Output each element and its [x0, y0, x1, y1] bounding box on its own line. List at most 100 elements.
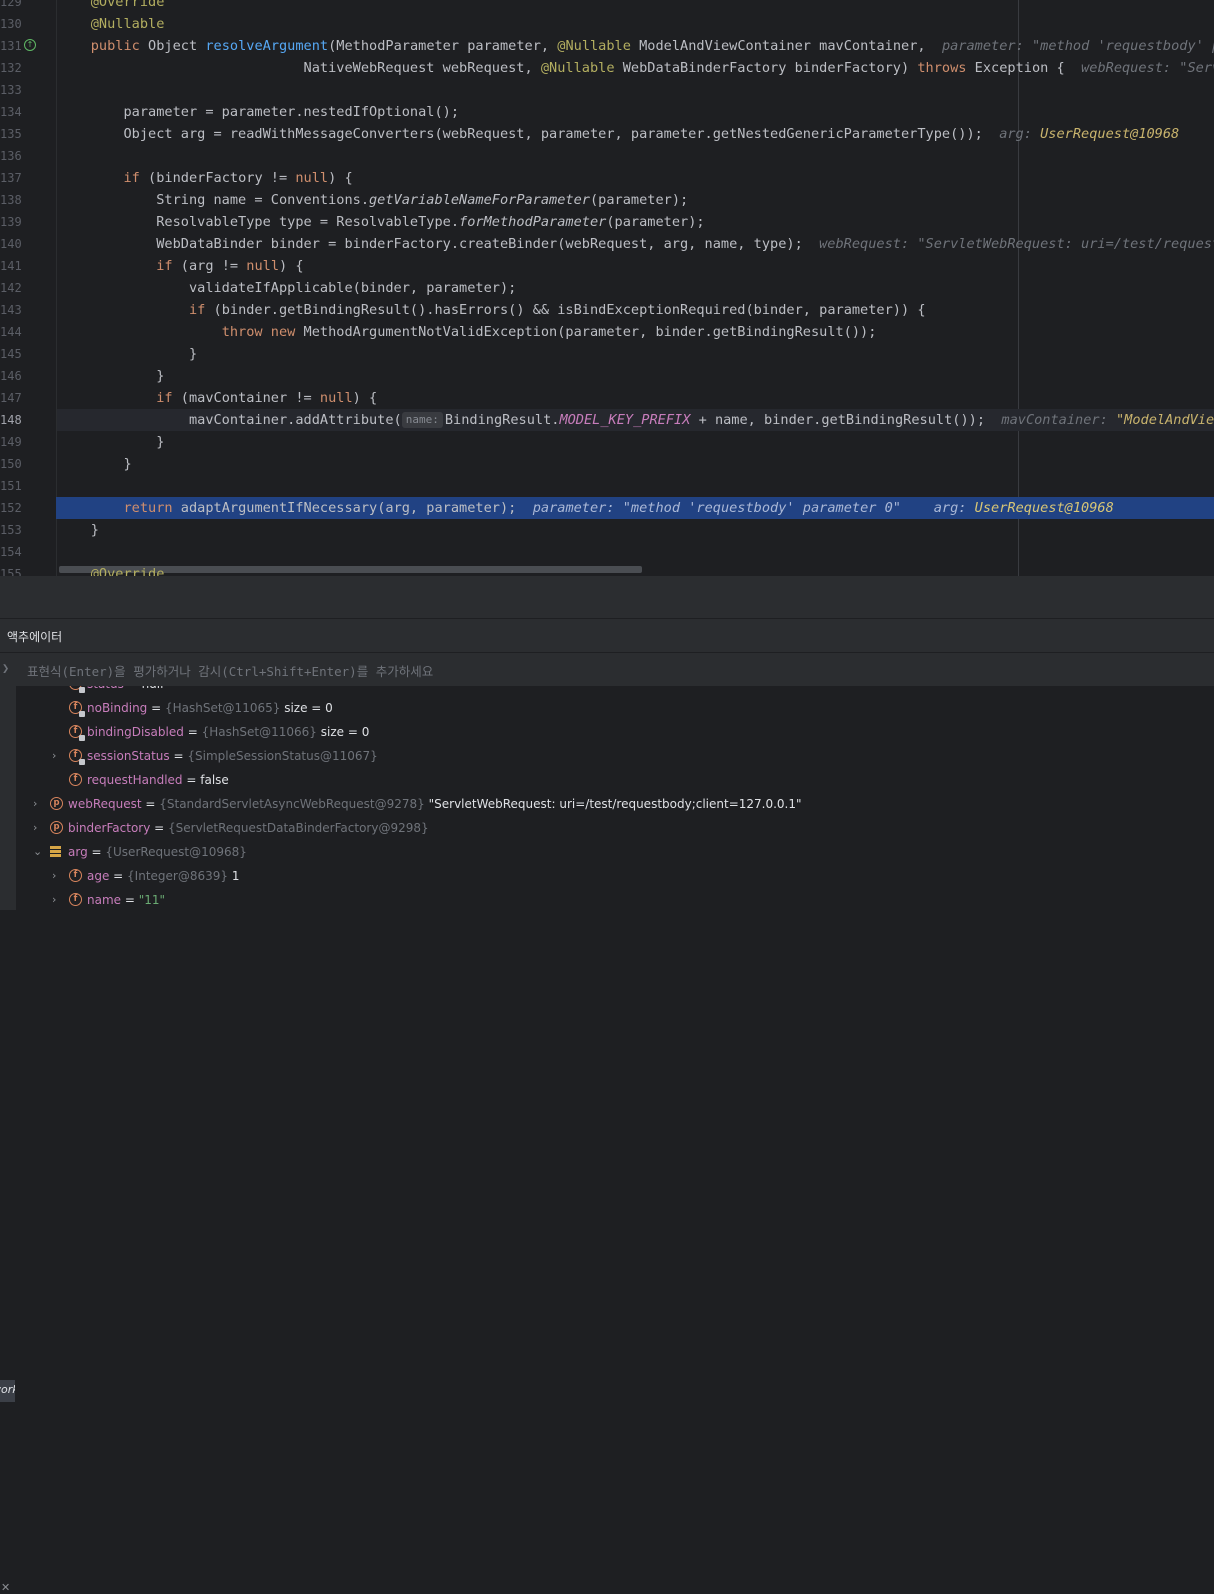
code-line[interactable]: 147 if (mavContainer != null) { — [0, 387, 1214, 409]
override-gutter-icon[interactable]: ↑ — [24, 39, 36, 51]
code-line[interactable]: 138 String name = Conventions.getVariabl… — [0, 189, 1214, 211]
code-line[interactable]: 132 NativeWebRequest webRequest, @Nullab… — [0, 57, 1214, 79]
code-text: validateIfApplicable(binder, parameter); — [58, 277, 516, 299]
variable-row[interactable]: › f age = {Integer@8639} 1 — [17, 864, 1214, 888]
code-token: adaptArgumentIfNecessary(arg, parameter)… — [180, 500, 533, 516]
field-icon: f — [69, 773, 82, 786]
code-token: ) { — [279, 258, 304, 274]
line-number[interactable]: 136 — [0, 145, 22, 167]
chevron-right-icon: ❯ — [2, 661, 10, 675]
variable-row[interactable]: fstatus = null — [17, 686, 1214, 696]
code-line[interactable]: 136 — [0, 145, 1214, 167]
variable-row[interactable]: f requestHandled = false — [17, 768, 1214, 792]
evaluate-expression-input[interactable]: 표현식(Enter)을 평가하거나 감시(Ctrl+Shift+Enter)를 … — [27, 661, 433, 680]
variable-row[interactable]: f noBinding = {HashSet@11065} size = 0 — [17, 696, 1214, 720]
code-line[interactable]: 141 if (arg != null) { — [0, 255, 1214, 277]
code-line[interactable]: 152 return adaptArgumentIfNecessary(arg,… — [0, 497, 1214, 519]
line-number[interactable]: 141 — [0, 255, 22, 277]
close-icon[interactable]: ✕ — [1, 1581, 10, 1594]
line-number[interactable]: 142 — [0, 277, 22, 299]
code-line[interactable]: 139 ResolvableType type = ResolvableType… — [0, 211, 1214, 233]
code-line[interactable]: 150 } — [0, 453, 1214, 475]
chevron-right-icon[interactable]: › — [33, 792, 43, 816]
code-line[interactable]: 144 throw new MethodArgumentNotValidExce… — [0, 321, 1214, 343]
code-line[interactable]: 134 parameter = parameter.nestedIfOption… — [0, 101, 1214, 123]
code-line[interactable]: 149 } — [0, 431, 1214, 453]
code-line[interactable]: 146 } — [0, 365, 1214, 387]
code-text: @Override — [58, 0, 165, 13]
variable-row[interactable]: › f name = "11" — [17, 888, 1214, 910]
line-number[interactable]: 130 — [0, 13, 22, 35]
variable-row[interactable]: f bindingDisabled = {HashSet@11066} size … — [17, 720, 1214, 744]
variable-row[interactable]: › p webRequest = {StandardServletAsyncWebR… — [17, 792, 1214, 816]
code-line[interactable]: 142 validateIfApplicable(binder, paramet… — [0, 277, 1214, 299]
variable-text: name = "11" — [87, 888, 165, 910]
code-line[interactable]: 130 @Nullable — [0, 13, 1214, 35]
chevron-right-icon[interactable]: › — [52, 888, 62, 910]
line-number[interactable]: 131 — [0, 35, 22, 57]
code-token: (parameter); — [589, 192, 689, 208]
code-line[interactable]: 131 ↑ public Object resolveArgument(Metho… — [0, 35, 1214, 57]
line-number[interactable]: 134 — [0, 101, 22, 123]
code-line[interactable]: 148 mavContainer.addAttribute(name: Bindi… — [0, 409, 1214, 431]
code-line[interactable]: 151 — [0, 475, 1214, 497]
code-text: @Nullable — [58, 13, 165, 35]
inline-debug-value: arg: — [933, 500, 975, 516]
line-number[interactable]: 151 — [0, 475, 22, 497]
code-line[interactable]: 145 } — [0, 343, 1214, 365]
line-number[interactable]: 132 — [0, 57, 22, 79]
variable-type: {ServletRequestDataBinderFactory@9298} — [168, 821, 429, 835]
code-token: WebDataBinderFactory binderFactory) — [614, 60, 918, 76]
variable-value: 1 — [231, 869, 240, 883]
panel-title[interactable]: 액추에이터 — [7, 628, 62, 645]
chevron-right-icon[interactable]: › — [33, 816, 43, 840]
line-number[interactable]: 153 — [0, 519, 22, 541]
chevron-right-icon[interactable]: › — [52, 864, 62, 888]
line-number[interactable]: 138 — [0, 189, 22, 211]
code-line[interactable]: 135 Object arg = readWithMessageConverte… — [0, 123, 1214, 145]
line-number[interactable]: 155 — [0, 563, 22, 576]
code-token: if — [188, 302, 214, 318]
code-line[interactable]: 143 if (binder.getBindingResult().hasErr… — [0, 299, 1214, 321]
frame-item[interactable]: work — [0, 1380, 15, 1402]
equals-sign: = — [169, 749, 188, 763]
code-line[interactable]: 153 } — [0, 519, 1214, 541]
code-line[interactable]: 129 @Override — [0, 0, 1214, 13]
variable-name: noBinding — [87, 701, 148, 715]
line-number[interactable]: 147 — [0, 387, 22, 409]
panel-splitter[interactable] — [0, 576, 1214, 618]
code-text: return adaptArgumentIfNecessary(arg, par… — [58, 497, 1113, 519]
chevron-down-icon[interactable]: ⌄ — [33, 840, 43, 864]
line-number[interactable]: 144 — [0, 321, 22, 343]
code-line[interactable]: 137 if (binderFactory != null) { — [0, 167, 1214, 189]
line-number[interactable]: 135 — [0, 123, 22, 145]
variable-row[interactable]: › p binderFactory = {ServletRequestDataBin… — [17, 816, 1214, 840]
line-number[interactable]: 146 — [0, 365, 22, 387]
code-line[interactable]: 155 @Override — [0, 563, 1214, 576]
chevron-right-icon[interactable]: › — [52, 744, 62, 768]
line-number[interactable]: 143 — [0, 299, 22, 321]
variable-row[interactable]: ⌄ arg = {UserRequest@10968} — [17, 840, 1214, 864]
local-variable-icon — [50, 845, 63, 858]
line-number[interactable]: 145 — [0, 343, 22, 365]
code-editor[interactable]: 129 @Override 130 @Nullable 131 ↑ public Ob… — [0, 0, 1214, 576]
line-number[interactable]: 150 — [0, 453, 22, 475]
code-token: resolveArgument — [205, 38, 329, 54]
code-line[interactable]: 133 — [0, 79, 1214, 101]
line-number[interactable]: 137 — [0, 167, 22, 189]
line-number[interactable]: 140 — [0, 233, 22, 255]
evaluate-expression-bar[interactable]: ❯ 표현식(Enter)을 평가하거나 감시(Ctrl+Shift+Enter)… — [0, 652, 1214, 687]
line-number[interactable]: 148 — [0, 409, 22, 431]
line-number[interactable]: 129 — [0, 0, 22, 13]
variable-row[interactable]: › f sessionStatus = {SimpleSessionStatus@1… — [17, 744, 1214, 768]
field-icon: f — [69, 725, 85, 741]
code-text: } — [58, 431, 164, 453]
line-number[interactable]: 133 — [0, 79, 22, 101]
line-number[interactable]: 154 — [0, 541, 22, 563]
code-line[interactable]: 140 WebDataBinder binder = binderFactory… — [0, 233, 1214, 255]
line-number[interactable]: 149 — [0, 431, 22, 453]
line-number[interactable]: 139 — [0, 211, 22, 233]
line-number[interactable]: 152 — [0, 497, 22, 519]
code-line[interactable]: 154 — [0, 541, 1214, 563]
